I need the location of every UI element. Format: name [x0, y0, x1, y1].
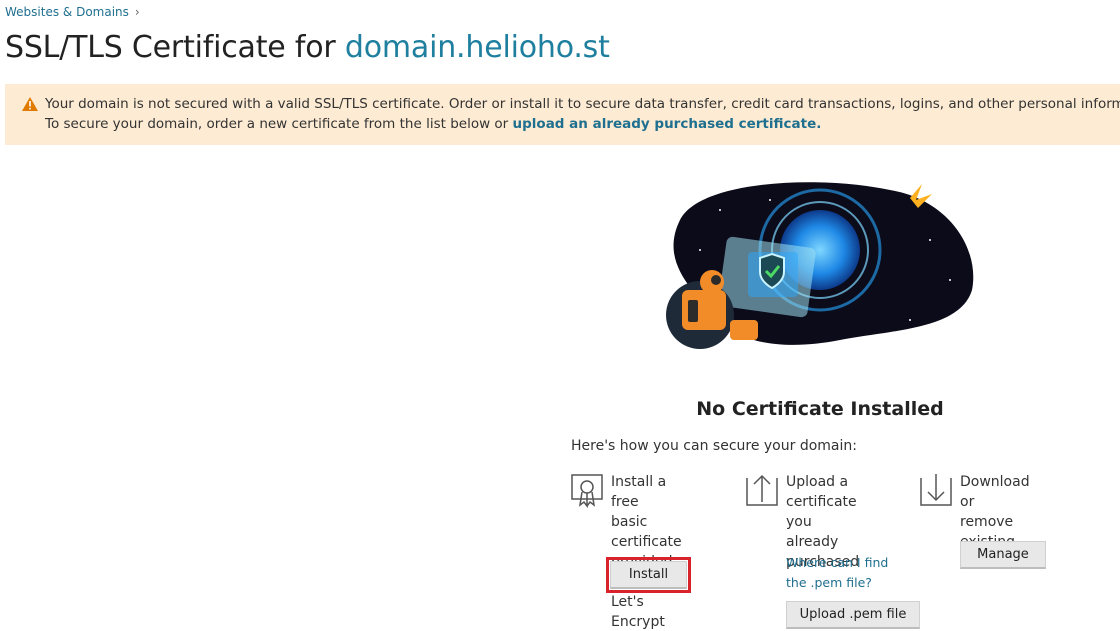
page-title: SSL/TLS Certificate for domain.helioho.s… [5, 30, 610, 65]
upload-purchased-certificate-link[interactable]: upload an already purchased certificate. [513, 116, 822, 132]
page-title-prefix: SSL/TLS Certificate for [5, 30, 336, 65]
breadcrumb: Websites & Domains › [5, 5, 140, 19]
warning-icon [22, 97, 38, 111]
warning-banner: Your domain is not secured with a valid … [5, 84, 1120, 145]
chevron-right-icon: › [134, 5, 140, 19]
where-pem-file-link[interactable]: Where can I find the .pem file? [786, 553, 888, 593]
manage-button[interactable]: Manage [960, 541, 1046, 569]
page-title-domain[interactable]: domain.helioho.st [345, 30, 610, 65]
upload-icon [746, 474, 778, 506]
secure-domain-lead: Here's how you can secure your domain: [571, 438, 857, 454]
security-illustration [666, 182, 974, 349]
install-button-highlight [606, 557, 691, 593]
warning-text-line2-prefix: To secure your domain, order a new certi… [45, 116, 509, 132]
option-install-free-text: Install a free basic certificate provide… [611, 474, 682, 630]
warning-text-line2: To secure your domain, order a new certi… [23, 114, 1120, 134]
warning-text-line1: Your domain is not secured with a valid … [45, 96, 1120, 112]
certificate-icon [571, 474, 603, 508]
download-icon [920, 474, 952, 506]
upload-pem-button[interactable]: Upload .pem file [786, 601, 920, 629]
breadcrumb-websites-domains[interactable]: Websites & Domains [5, 5, 129, 19]
no-certificate-title: No Certificate Installed [696, 398, 944, 420]
